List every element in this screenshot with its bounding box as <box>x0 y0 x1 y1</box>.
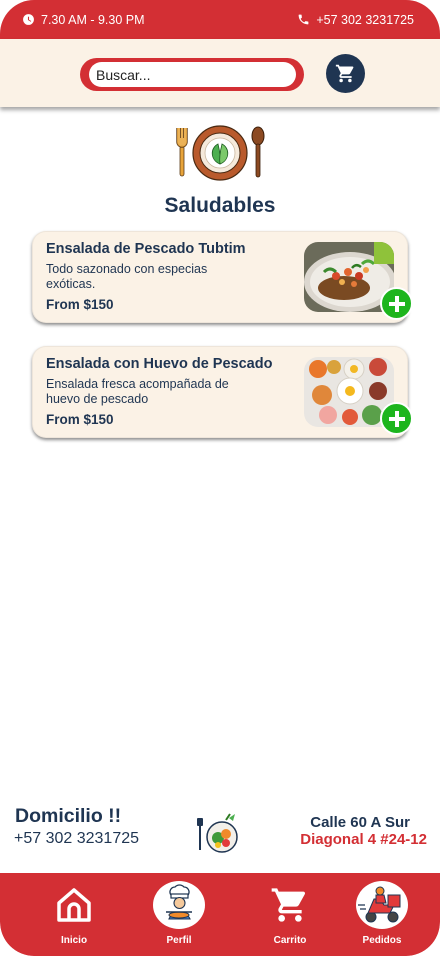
product-price: From $150 <box>46 412 114 427</box>
search-box <box>80 58 304 91</box>
product-price: From $150 <box>46 297 114 312</box>
cart-button[interactable] <box>326 54 365 93</box>
delivery-title: Domicilio !! <box>15 805 122 827</box>
nav-label: Pedidos <box>362 935 402 946</box>
add-to-cart-button[interactable] <box>380 287 413 320</box>
nav-orders[interactable]: Pedidos <box>347 881 417 946</box>
nav-profile[interactable]: Perfil <box>144 881 214 946</box>
phone-text: +57 302 3231725 <box>316 12 414 27</box>
product-description: Ensalada fresca acompañada de huevo de p… <box>46 377 229 406</box>
add-to-cart-button[interactable] <box>380 402 413 435</box>
hours-text: 7.30 AM - 9.30 PM <box>41 12 145 27</box>
category-title: Saludables <box>164 194 276 217</box>
status-bar: 7.30 AM - 9.30 PM +57 302 3231725 <box>0 0 440 39</box>
phone-icon <box>298 14 309 25</box>
nav-label: Perfil <box>166 935 192 946</box>
contact-phone[interactable]: +57 302 3231725 <box>297 13 414 27</box>
product-card[interactable]: Ensalada con Huevo de Pescado Ensalada f… <box>32 346 413 438</box>
product-description: Todo sazonado con especias exóticas. <box>46 262 208 291</box>
address-line-1: Calle 60 A Sur <box>310 814 410 831</box>
plus-icon <box>388 295 405 312</box>
address-line-2: Diagonal 4 #24-12 <box>300 831 427 848</box>
nav-home[interactable]: Inicio <box>39 881 109 946</box>
delivery-scooter-icon <box>358 886 401 923</box>
food-plate-icon <box>197 813 238 853</box>
nav-label: Inicio <box>60 935 88 946</box>
nav-label: Carrito <box>273 935 307 946</box>
chef-avatar-icon <box>166 884 192 920</box>
product-title: Ensalada de Pescado Tubtim <box>46 241 246 257</box>
app-screen: 7.30 AM - 9.30 PM +57 302 3231725 Salu <box>0 0 440 956</box>
search-header <box>0 39 440 107</box>
cart-icon <box>271 888 305 922</box>
product-title: Ensalada con Huevo de Pescado <box>46 356 273 372</box>
search-input[interactable] <box>89 62 296 87</box>
clock-icon <box>23 14 34 25</box>
healthy-plate-icon <box>176 125 265 181</box>
delivery-phone[interactable]: +57 302 3231725 <box>14 830 139 848</box>
bottom-nav: Inicio Perfil Carrito Pedidos <box>0 873 440 956</box>
home-icon <box>57 888 91 922</box>
cart-icon <box>335 64 354 83</box>
opening-hours: 7.30 AM - 9.30 PM <box>22 13 145 27</box>
plus-icon <box>388 410 405 427</box>
nav-cart[interactable]: Carrito <box>255 881 325 946</box>
product-card[interactable]: Ensalada de Pescado Tubtim Todo sazonado… <box>32 231 413 323</box>
